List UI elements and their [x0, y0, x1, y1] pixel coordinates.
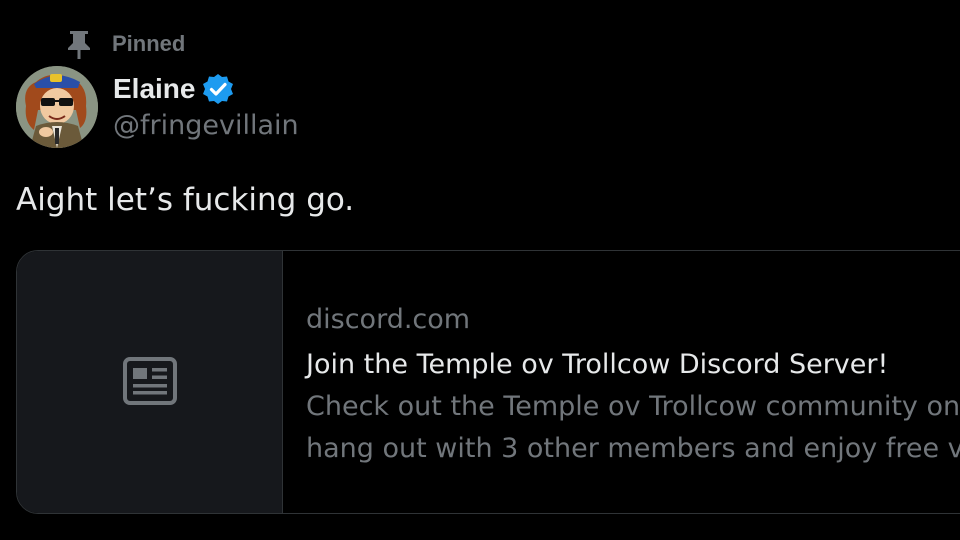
tweet-text: Aight let’s fucking go.: [16, 182, 355, 218]
card-domain: discord.com: [306, 304, 471, 335]
news-article-icon: [122, 357, 178, 406]
card-title: Join the Temple ov Trollcow Discord Serv…: [306, 349, 889, 380]
verified-badge-icon[interactable]: [201, 72, 235, 106]
author-handle[interactable]: @fringevillain: [113, 110, 299, 141]
card-description-line1: Check out the Temple ov Trollcow communi…: [306, 391, 960, 422]
card-description-line2: hang out with 3 other members and enjoy …: [306, 433, 960, 464]
pinned-label: Pinned: [112, 31, 186, 56]
link-preview-card[interactable]: discord.com Join the Temple ov Trollcow …: [16, 250, 960, 514]
author-name-row[interactable]: Elaine: [113, 70, 235, 108]
pin-icon: [66, 29, 92, 59]
display-name[interactable]: Elaine: [113, 73, 195, 105]
pinned-indicator: Pinned: [66, 28, 185, 60]
avatar[interactable]: [16, 66, 98, 148]
card-body[interactable]: discord.com Join the Temple ov Trollcow …: [306, 301, 960, 469]
card-media[interactable]: [17, 251, 283, 513]
